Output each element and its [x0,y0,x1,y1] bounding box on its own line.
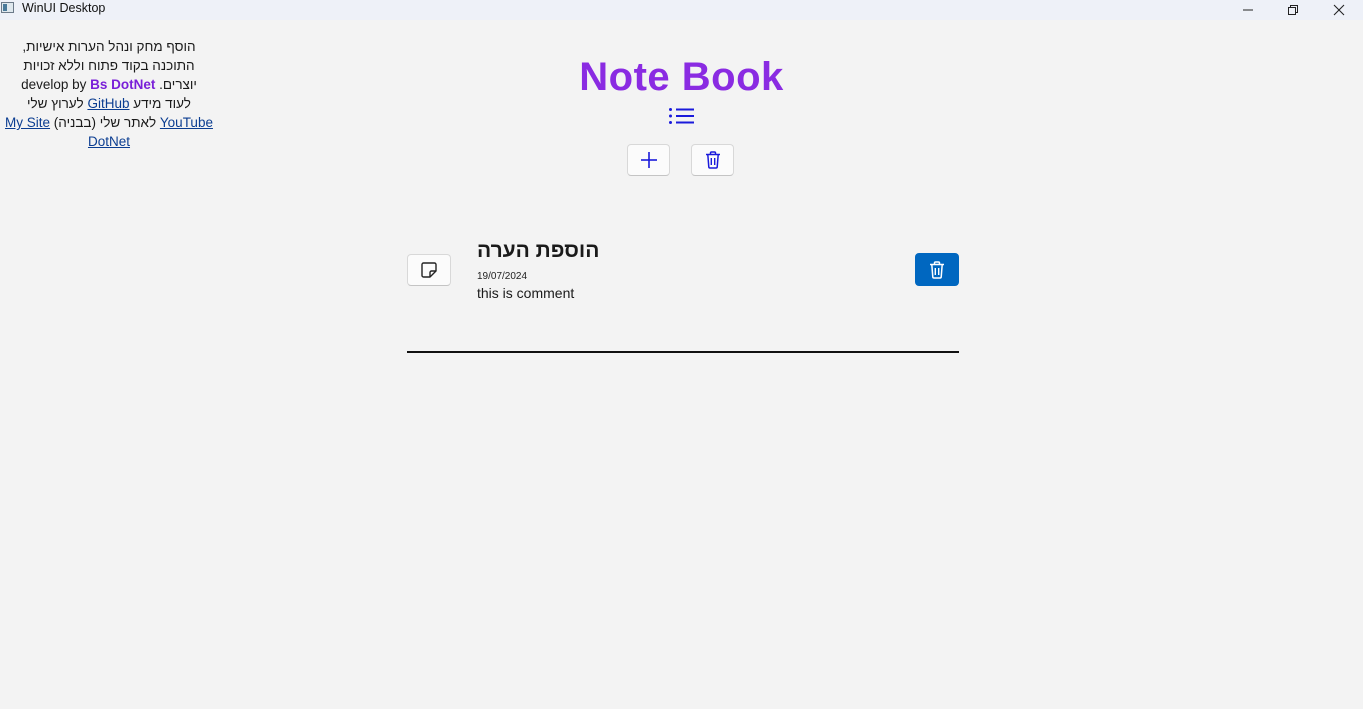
minimize-icon [1243,9,1253,11]
app-icon [1,2,14,13]
maximize-button[interactable] [1270,0,1316,20]
plus-icon [640,152,657,168]
note-separator [407,351,959,353]
close-icon [1333,4,1345,16]
close-button[interactable] [1316,0,1362,20]
about-line-5-text: לאתר שלי (בבניה) [50,115,160,130]
page-title: Note Book [579,55,784,99]
list-icon [669,108,694,124]
restore-icon [1288,5,1298,15]
edit-note-button[interactable] [407,254,451,286]
trash-icon [930,260,944,279]
delete-all-button[interactable] [691,144,734,176]
youtube-link[interactable]: YouTube [160,115,213,130]
note-comment: this is comment [477,285,575,301]
about-line-5: YouTube לאתר שלי (בבניה) My Site DotNet [0,113,218,151]
note-title: הוספת הערה [477,239,600,262]
title-bar: WinUI Desktop [0,0,1363,20]
note-date: 19/07/2024 [477,271,528,282]
about-line-1: הוסף מחק ונהל הערות אישיות, [22,39,196,54]
delete-note-button[interactable] [915,253,959,286]
minimize-button[interactable] [1225,0,1271,20]
trash-icon [705,151,720,169]
note-item: הוספת הערה 19/07/2024 this is comment [407,236,959,306]
window-title: WinUI Desktop [22,1,106,15]
sticky-note-icon [421,262,437,278]
add-note-button[interactable] [627,144,670,176]
